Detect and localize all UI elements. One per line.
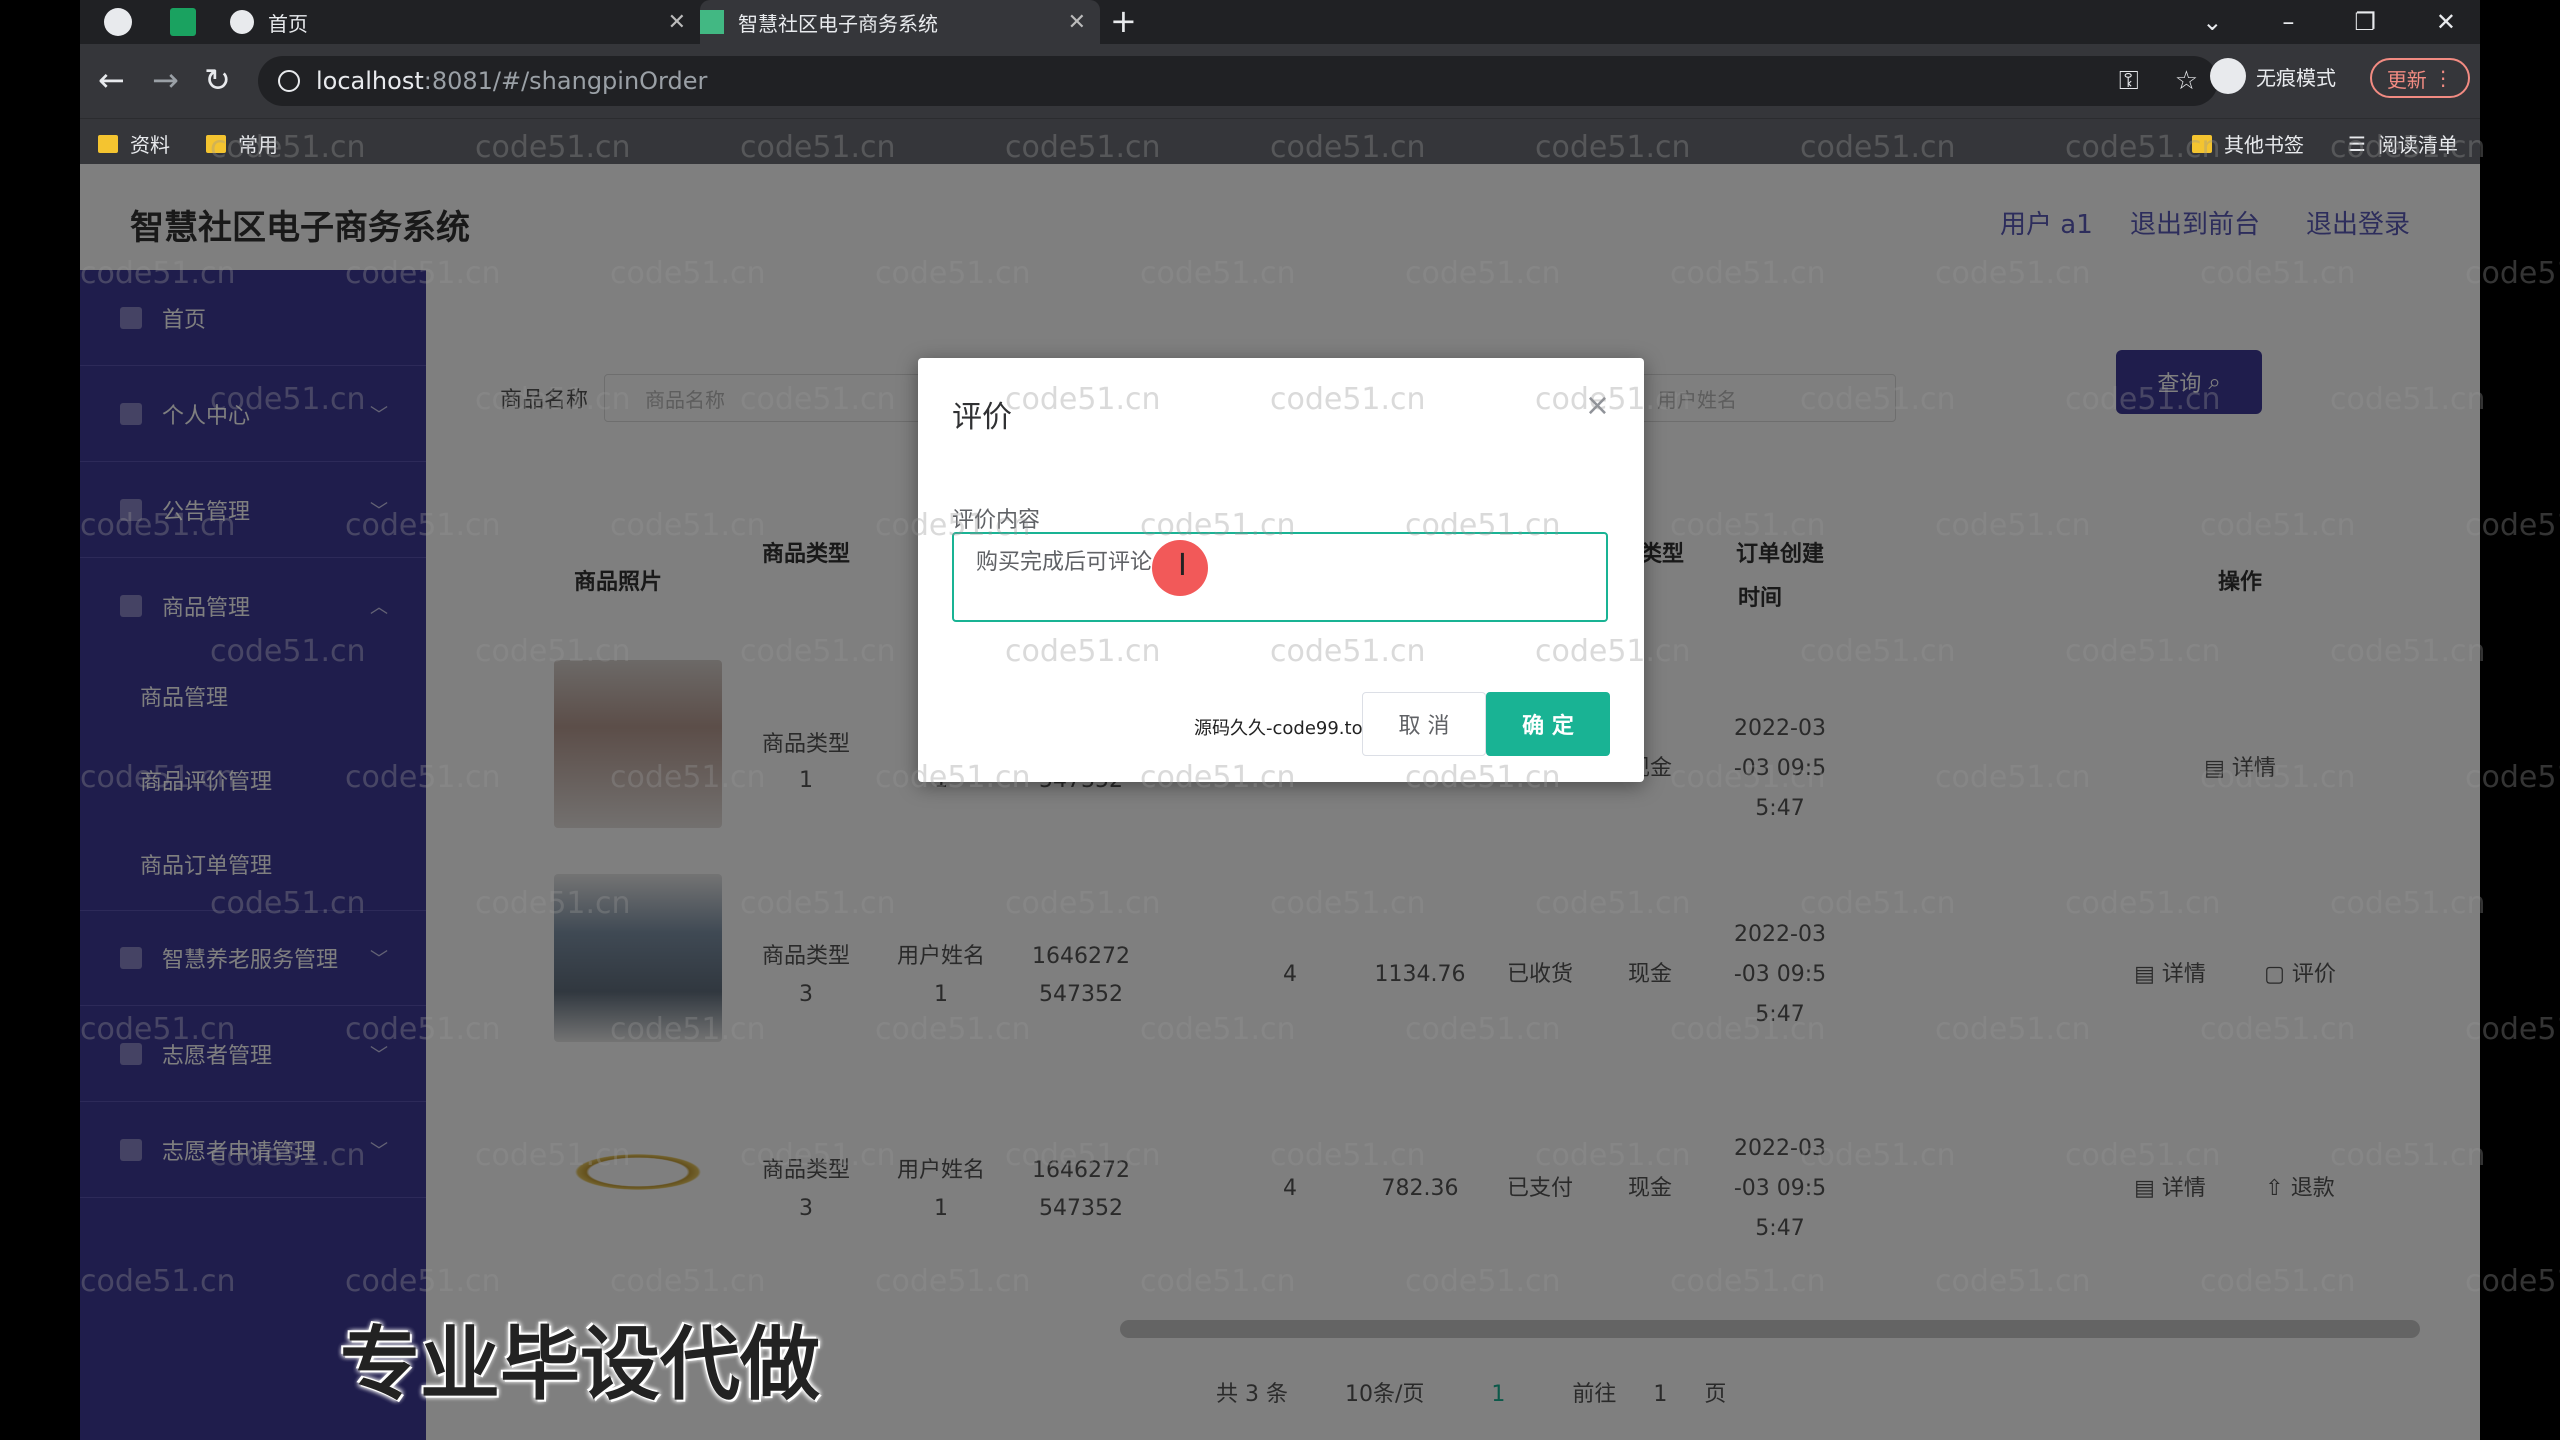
review-dialog: 评价 × 评价内容 I 源码久久-code99.top 取 消 确 定 — [918, 358, 1644, 782]
pinned-tab-icon[interactable] — [104, 8, 132, 36]
window-controls: ⌄ – ❐ ✕ — [2202, 0, 2456, 44]
minimize-icon[interactable]: – — [2282, 8, 2294, 36]
forward-icon[interactable]: → — [152, 62, 179, 98]
url-host: localhost — [316, 67, 424, 95]
folder-icon — [206, 134, 226, 153]
review-content-label: 评价内容 — [952, 508, 1041, 533]
screen: 首页 ✕ 智慧社区电子商务系统 ✕ + ⌄ – ❐ ✕ ← → ↻ localh… — [0, 0, 2560, 1440]
bookmark-label: 其他书签 — [2224, 133, 2304, 157]
close-tab-icon[interactable]: ✕ — [668, 10, 686, 35]
back-icon[interactable]: ← — [98, 62, 125, 98]
video-caption: 专业毕设代做 — [340, 1318, 820, 1411]
tab-home[interactable]: 首页 ✕ — [230, 0, 700, 44]
bookmark-label: 资料 — [130, 133, 170, 157]
restore-icon[interactable]: ❐ — [2354, 8, 2376, 36]
text-cursor-icon: I — [1178, 548, 1187, 583]
other-bookmarks[interactable]: 其他书签 — [2192, 129, 2304, 158]
site-info-icon[interactable] — [278, 70, 300, 92]
address-bar[interactable]: localhost :8081/#/shangpinOrder ⚿ ☆ — [258, 56, 2218, 106]
toolbar: ← → ↻ localhost :8081/#/shangpinOrder ⚿ ☆… — [80, 44, 2480, 118]
incognito-icon — [2210, 58, 2246, 94]
url-path: :8081/#/shangpinOrder — [423, 67, 708, 95]
bookmark-label: 阅读清单 — [2377, 133, 2458, 157]
reload-icon[interactable]: ↻ — [204, 62, 231, 98]
close-tab-icon[interactable]: ✕ — [1068, 10, 1086, 35]
source-note: 源码久久-code99.top — [1194, 718, 1375, 739]
key-icon[interactable]: ⚿ — [2119, 66, 2139, 97]
dialog-title: 评价 — [952, 400, 1012, 435]
bookmarks-bar: 资料 常用 其他书签 ☰ 阅读清单 — [80, 118, 2480, 164]
tab-search-icon[interactable]: ⌄ — [2202, 8, 2222, 36]
reading-list-icon: ☰ — [2348, 131, 2366, 156]
update-label: 更新 — [2386, 67, 2427, 92]
incognito-label: 无痕模式 — [2256, 65, 2336, 90]
incognito-indicator[interactable]: 无痕模式 — [2210, 58, 2336, 94]
confirm-button[interactable]: 确 定 — [1486, 692, 1610, 756]
close-window-icon[interactable]: ✕ — [2436, 8, 2456, 36]
tab-app[interactable]: 智慧社区电子商务系统 ✕ — [700, 0, 1100, 44]
tab-bar: 首页 ✕ 智慧社区电子商务系统 ✕ + ⌄ – ❐ ✕ — [80, 0, 2480, 44]
new-tab-button[interactable]: + — [1110, 2, 1137, 40]
bookmark-folder[interactable]: 资料 — [98, 129, 170, 158]
bookmark-label: 常用 — [238, 133, 278, 157]
cancel-button[interactable]: 取 消 — [1362, 692, 1486, 756]
close-icon[interactable]: × — [1585, 388, 1610, 423]
update-button[interactable]: 更新 ⋮ — [2370, 58, 2470, 98]
review-content-input[interactable] — [952, 532, 1608, 622]
web-page: 智慧社区电子商务系统 用户 a1 退出到前台 退出登录 首页 个人中心﹀ 公告管… — [80, 164, 2480, 1440]
tab-app-label: 智慧社区电子商务系统 — [738, 11, 938, 36]
modal-overlay[interactable] — [80, 164, 2480, 1440]
bookmark-folder[interactable]: 常用 — [206, 129, 278, 158]
sheet-tab-icon[interactable] — [170, 8, 196, 36]
folder-icon — [2192, 134, 2212, 153]
star-icon[interactable]: ☆ — [2175, 66, 2198, 97]
browser-window: 首页 ✕ 智慧社区电子商务系统 ✕ + ⌄ – ❐ ✕ ← → ↻ localh… — [80, 0, 2480, 1440]
reading-list[interactable]: ☰ 阅读清单 — [2348, 129, 2458, 158]
globe-icon — [230, 10, 254, 34]
vue-icon — [700, 10, 724, 34]
tab-home-label: 首页 — [268, 11, 308, 36]
folder-icon — [98, 134, 118, 153]
